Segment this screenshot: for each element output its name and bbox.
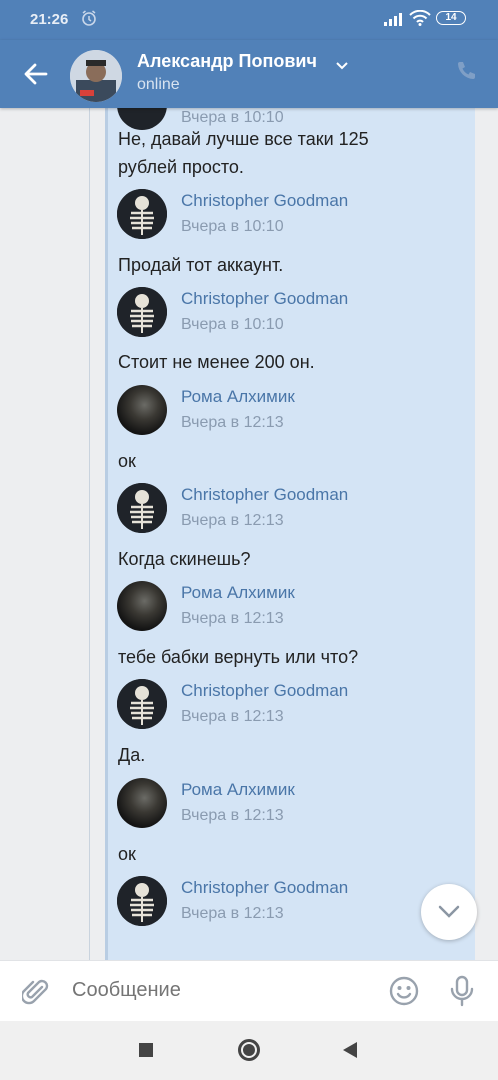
alarm-icon: [80, 9, 98, 32]
message-time: Вчера в 12:13: [181, 807, 284, 824]
author-avatar[interactable]: [117, 287, 167, 337]
message-text: тебе бабки вернуть или что?: [118, 647, 359, 667]
back-arrow-icon[interactable]: [22, 60, 50, 88]
chevron-down-icon[interactable]: [335, 58, 349, 76]
message-text: Стоит не менее 200 он.: [118, 352, 315, 372]
battery-indicator: 14: [436, 11, 466, 25]
message-text: ок: [118, 451, 136, 471]
author-name[interactable]: Christopher Goodman: [181, 878, 348, 898]
author-name[interactable]: Christopher Goodman: [181, 681, 348, 701]
message-input[interactable]: [72, 979, 362, 1002]
message-time: Вчера в 12:13: [181, 414, 284, 431]
author-avatar[interactable]: [117, 483, 167, 533]
avatar[interactable]: [70, 50, 122, 102]
message-time: Вчера в 10:10: [181, 218, 284, 235]
wifi-icon: [409, 9, 431, 31]
phone-icon[interactable]: [454, 59, 478, 88]
author-avatar[interactable]: [117, 679, 167, 729]
signal-icon: [383, 12, 403, 31]
author-name[interactable]: Christopher Goodman: [181, 191, 348, 211]
chat-header: Александр Попович online: [0, 40, 498, 108]
message-time: Вчера в 12:13: [181, 708, 284, 725]
home-button[interactable]: [238, 1039, 260, 1061]
message-composer: [0, 960, 498, 1021]
scroll-to-bottom-button[interactable]: [421, 884, 477, 940]
forwarded-messages-bubble: [105, 108, 475, 960]
message-time: Вчера в 10:10: [181, 316, 284, 333]
recents-button[interactable]: [139, 1043, 153, 1057]
attach-icon[interactable]: [20, 977, 50, 1012]
contact-name[interactable]: Александр Попович: [137, 51, 317, 72]
message-time: Вчера в 12:13: [181, 610, 284, 627]
author-name[interactable]: Christopher Goodman: [181, 289, 348, 309]
message-text: Да.: [118, 745, 146, 765]
author-avatar[interactable]: [117, 189, 167, 239]
message-text: Когда скинешь?: [118, 549, 251, 569]
author-avatar[interactable]: [117, 581, 167, 631]
back-button[interactable]: [343, 1042, 357, 1058]
chevron-down-icon: [438, 905, 460, 918]
message-text: Не, давай лучше все таки 125: [118, 129, 369, 149]
system-nav-bar: [0, 1020, 498, 1080]
status-bar: 21:26 14: [0, 0, 498, 40]
message-list[interactable]: Вчера в 10:10 Не, давай лучше все таки 1…: [0, 108, 498, 960]
message-text: Продай тот аккаунт.: [118, 255, 284, 275]
author-name[interactable]: Рома Алхимик: [181, 780, 295, 800]
message-time: Вчера в 12:13: [181, 512, 284, 529]
author-name[interactable]: Christopher Goodman: [181, 485, 348, 505]
message-time: Вчера в 12:13: [181, 905, 284, 922]
author-name[interactable]: Рома Алхимик: [181, 387, 295, 407]
message-text: ок: [118, 844, 136, 864]
mic-icon[interactable]: [449, 975, 475, 1012]
author-name[interactable]: Рома Алхимик: [181, 583, 295, 603]
status-time: 21:26: [30, 11, 69, 28]
message-text: рублей просто.: [118, 157, 244, 177]
author-avatar[interactable]: [117, 876, 167, 926]
author-avatar[interactable]: [117, 385, 167, 435]
author-avatar[interactable]: [117, 778, 167, 828]
emoji-icon[interactable]: [388, 975, 420, 1012]
contact-status: online: [137, 76, 180, 93]
